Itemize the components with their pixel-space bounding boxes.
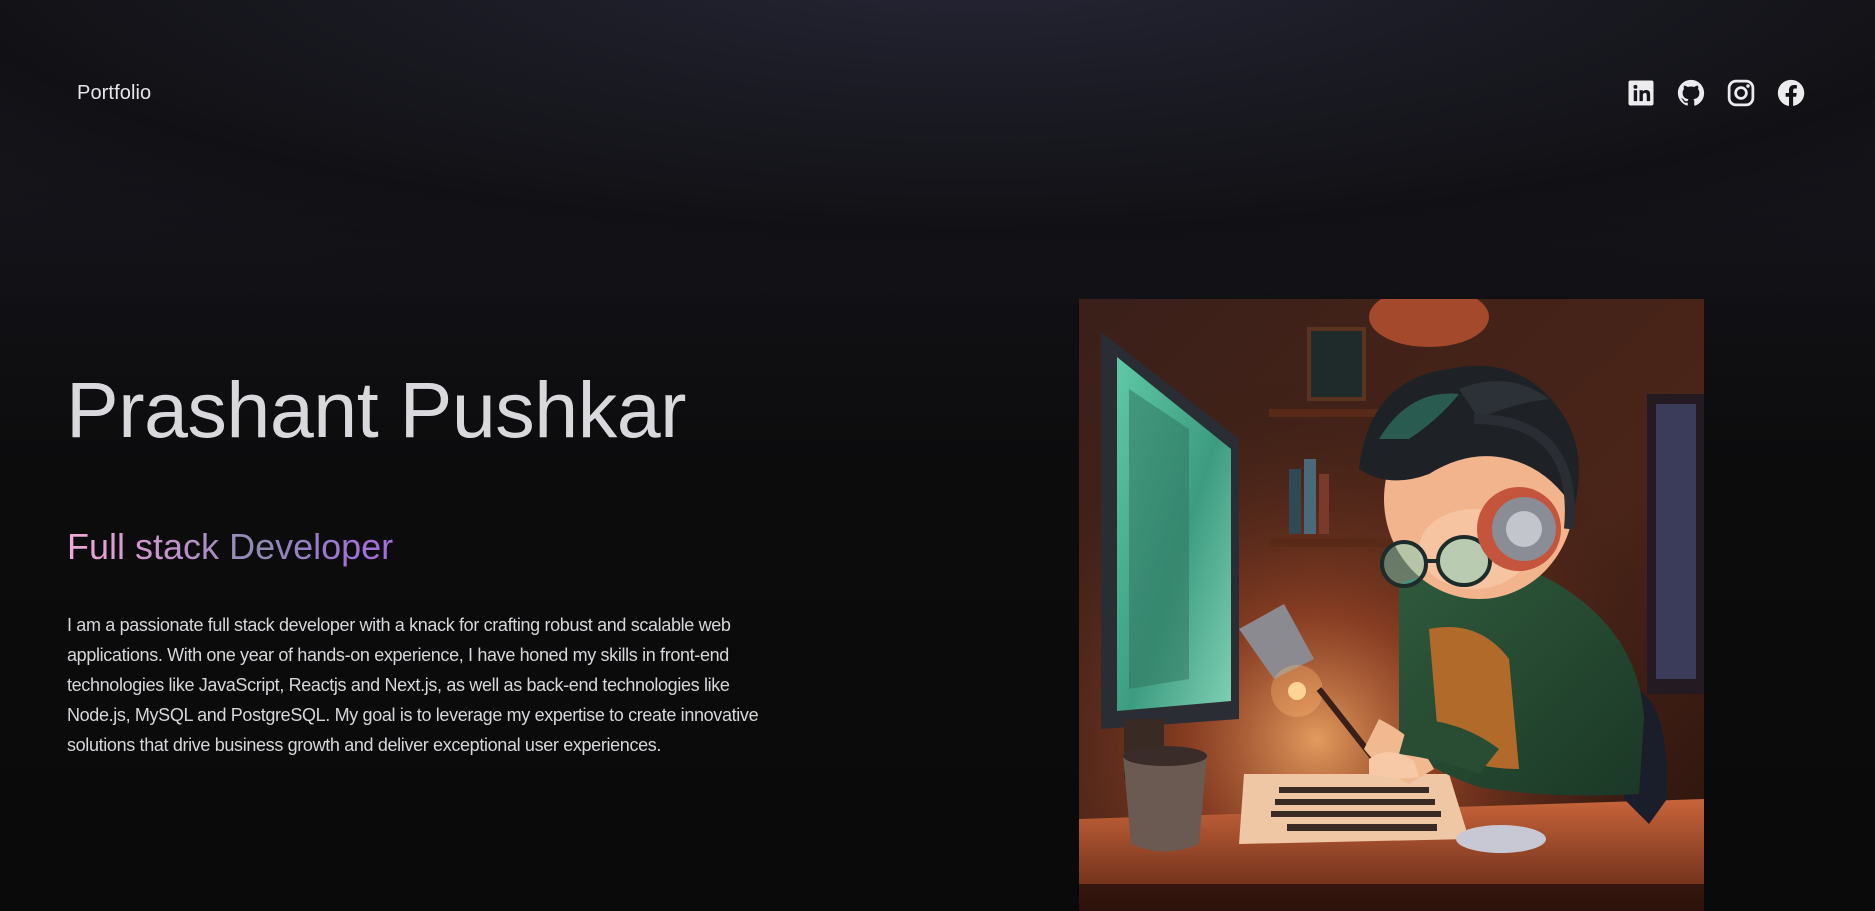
role-word: Developer: [229, 526, 394, 567]
developer-illustration: [1079, 299, 1704, 911]
linkedin-icon: [1628, 80, 1654, 106]
instagram-link[interactable]: [1726, 78, 1756, 108]
github-link[interactable]: [1676, 78, 1706, 108]
role-word: Full: [67, 526, 126, 567]
brand-link[interactable]: Portfolio: [77, 82, 151, 105]
hero-name: Prashant Pushkar: [66, 365, 686, 454]
developer-at-computer-illustration: [1079, 299, 1704, 911]
top-nav: Portfolio: [0, 0, 1875, 190]
facebook-link[interactable]: [1776, 78, 1806, 108]
social-links: [1626, 78, 1806, 108]
role-word: stack: [135, 526, 220, 567]
instagram-icon: [1727, 79, 1755, 107]
bio-paragraph: I am a passionate full stack developer w…: [67, 615, 759, 755]
facebook-icon: [1777, 79, 1805, 106]
role-title: Full stack Developer: [67, 526, 393, 568]
linkedin-link[interactable]: [1626, 78, 1656, 108]
github-icon: [1677, 79, 1705, 106]
